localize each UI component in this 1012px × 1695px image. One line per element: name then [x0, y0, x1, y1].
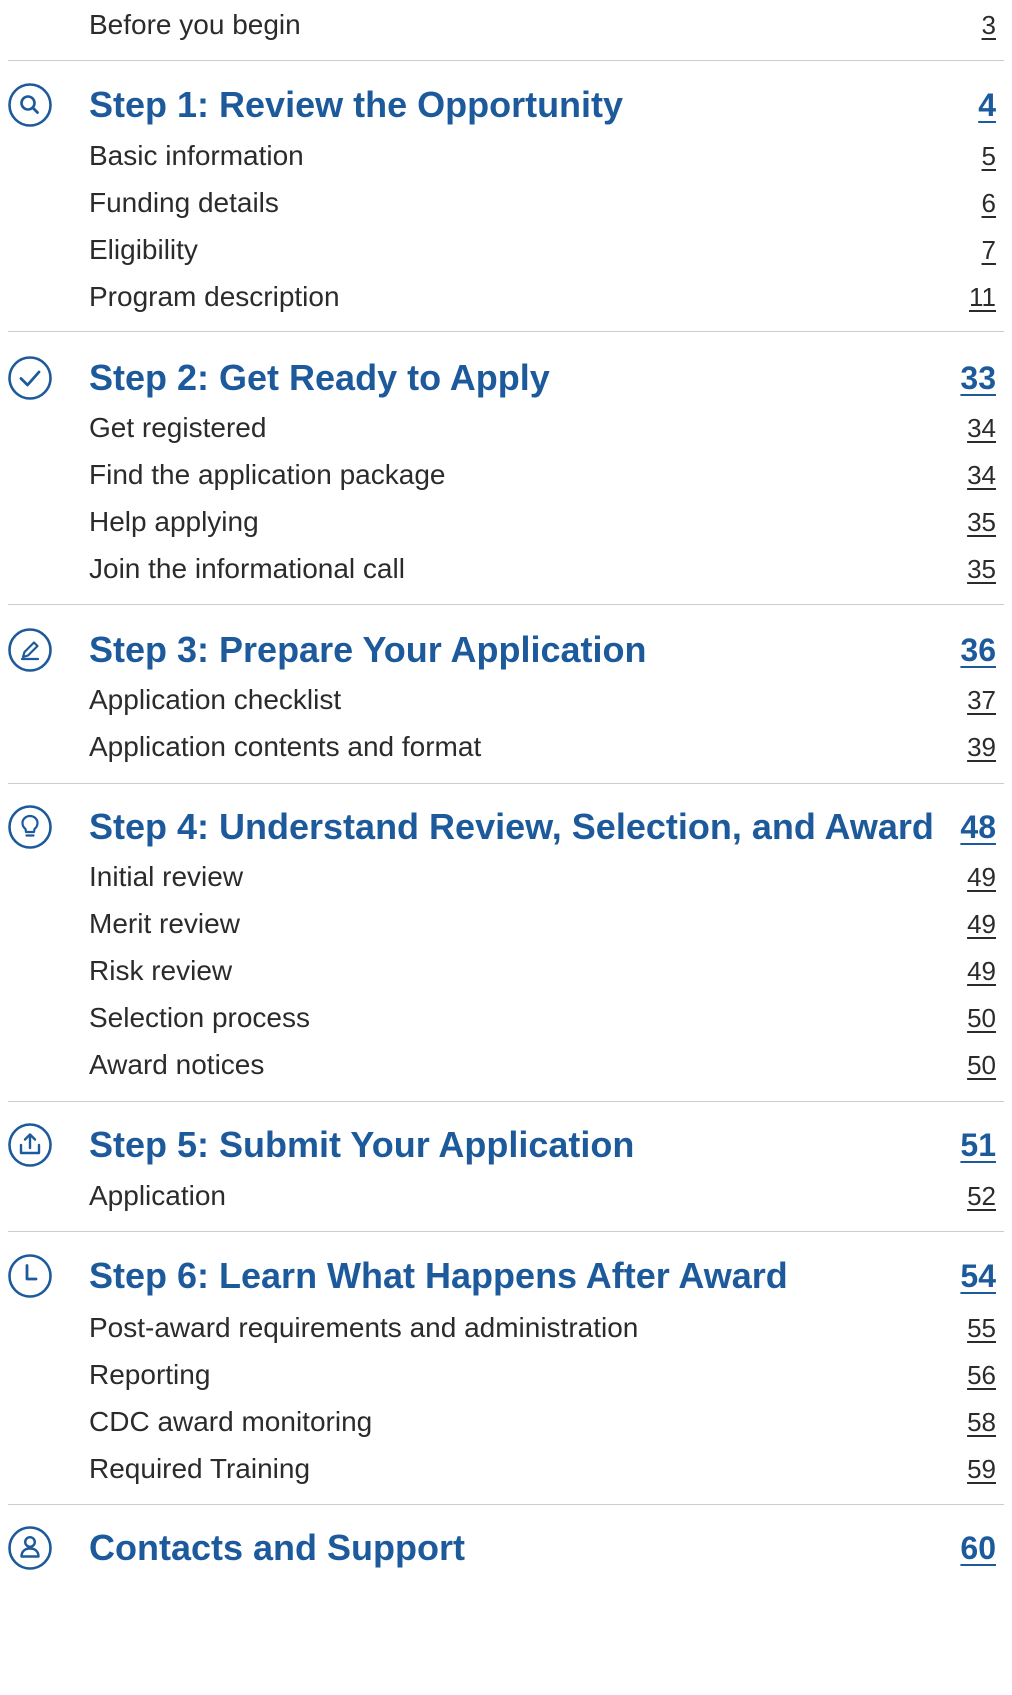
- section-divider: [8, 783, 1004, 784]
- upload-icon: [8, 1123, 52, 1167]
- toc-page-link[interactable]: 5: [982, 136, 996, 176]
- toc-page-link[interactable]: 35: [967, 502, 996, 542]
- toc-step-contacts[interactable]: Contacts and Support 60: [0, 1521, 1012, 1575]
- toc-entry-label[interactable]: Get registered: [89, 408, 266, 448]
- toc-entry[interactable]: Application checklist 37: [0, 680, 1012, 720]
- toc-entry-label[interactable]: Application checklist: [89, 680, 341, 720]
- toc-entry[interactable]: Reporting 56: [0, 1355, 1012, 1395]
- toc-page-link[interactable]: 37: [967, 680, 996, 720]
- toc-step-2[interactable]: Step 2: Get Ready to Apply 33: [0, 351, 1012, 405]
- toc-entry[interactable]: Application contents and format 39: [0, 727, 1012, 767]
- pencil-icon: [8, 628, 52, 672]
- toc-entry[interactable]: Initial review 49: [0, 857, 1012, 897]
- toc-step-1[interactable]: Step 1: Review the Opportunity 4: [0, 78, 1012, 132]
- toc-page-link[interactable]: 54: [960, 1249, 996, 1303]
- toc-entry[interactable]: Program description 11: [0, 277, 1012, 317]
- toc-entry[interactable]: Award notices 50: [0, 1045, 1012, 1085]
- toc-entry[interactable]: CDC award monitoring 58: [0, 1402, 1012, 1442]
- toc-entry[interactable]: Risk review 49: [0, 951, 1012, 991]
- section-divider: [8, 604, 1004, 605]
- toc-entry[interactable]: Find the application package 34: [0, 455, 1012, 495]
- toc-page-link[interactable]: 34: [967, 408, 996, 448]
- toc-entry-label[interactable]: Post-award requirements and administrati…: [89, 1308, 638, 1348]
- toc-page-link[interactable]: 50: [967, 998, 996, 1038]
- toc-entry[interactable]: Funding details 6: [0, 183, 1012, 223]
- toc-page-link[interactable]: 35: [967, 549, 996, 589]
- toc-entry[interactable]: Help applying 35: [0, 502, 1012, 542]
- lightbulb-icon: [8, 805, 52, 849]
- toc-entry-label[interactable]: Join the informational call: [89, 549, 405, 589]
- toc-entry-label[interactable]: Before you begin: [89, 5, 301, 45]
- toc-page-link[interactable]: 34: [967, 455, 996, 495]
- toc-entry[interactable]: Application 52: [0, 1176, 1012, 1216]
- toc-entry[interactable]: Eligibility 7: [0, 230, 1012, 270]
- toc-entry[interactable]: Post-award requirements and administrati…: [0, 1308, 1012, 1348]
- clock-icon: [8, 1254, 52, 1298]
- toc-page-link[interactable]: 48: [960, 800, 996, 854]
- toc-entry-label[interactable]: Merit review: [89, 904, 240, 944]
- toc-entry-label[interactable]: Funding details: [89, 183, 279, 223]
- section-divider: [8, 331, 1004, 332]
- toc-entry-label[interactable]: Reporting: [89, 1355, 210, 1395]
- toc-entry-before-you-begin[interactable]: Before you begin 3: [0, 5, 1012, 45]
- toc-page-link[interactable]: 6: [982, 183, 996, 223]
- toc-page-link[interactable]: 39: [967, 727, 996, 767]
- toc-entry-label[interactable]: Selection process: [89, 998, 310, 1038]
- toc-entry-label[interactable]: Award notices: [89, 1045, 264, 1085]
- section-divider: [8, 60, 1004, 61]
- toc-entry-label[interactable]: CDC award monitoring: [89, 1402, 372, 1442]
- toc-entry-label[interactable]: Find the application package: [89, 455, 445, 495]
- toc-entry[interactable]: Required Training 59: [0, 1449, 1012, 1489]
- toc-page-link[interactable]: 52: [967, 1176, 996, 1216]
- toc-step-6[interactable]: Step 6: Learn What Happens After Award 5…: [0, 1249, 1012, 1303]
- toc-page-link[interactable]: 3: [982, 5, 996, 45]
- section-divider: [8, 1504, 1004, 1505]
- step-title[interactable]: Step 5: Submit Your Application: [89, 1118, 634, 1172]
- step-title[interactable]: Step 2: Get Ready to Apply: [89, 351, 550, 405]
- toc-page-link[interactable]: 58: [967, 1402, 996, 1442]
- toc-entry-label[interactable]: Risk review: [89, 951, 232, 991]
- toc-step-3[interactable]: Step 3: Prepare Your Application 36: [0, 623, 1012, 677]
- section-divider: [8, 1231, 1004, 1232]
- step-title[interactable]: Step 4: Understand Review, Selection, an…: [89, 800, 934, 854]
- toc-page-link[interactable]: 60: [960, 1521, 996, 1575]
- toc-step-5[interactable]: Step 5: Submit Your Application 51: [0, 1118, 1012, 1172]
- toc-page-link[interactable]: 7: [982, 230, 996, 270]
- toc-entry-label[interactable]: Program description: [89, 277, 340, 317]
- toc-page-link[interactable]: 59: [967, 1449, 996, 1489]
- toc-entry-label[interactable]: Help applying: [89, 502, 259, 542]
- check-circle-icon: [8, 356, 52, 400]
- toc-page-link[interactable]: 56: [967, 1355, 996, 1395]
- toc-entry-label[interactable]: Basic information: [89, 136, 304, 176]
- toc-page-link[interactable]: 36: [960, 623, 996, 677]
- toc-page-link[interactable]: 4: [978, 78, 996, 132]
- toc-entry[interactable]: Join the informational call 35: [0, 549, 1012, 589]
- toc-page-link[interactable]: 49: [967, 857, 996, 897]
- toc-entry[interactable]: Get registered 34: [0, 408, 1012, 448]
- toc-page-link[interactable]: 55: [967, 1308, 996, 1348]
- toc-page-link[interactable]: 50: [967, 1045, 996, 1085]
- toc-entry-label[interactable]: Required Training: [89, 1449, 310, 1489]
- person-icon: [8, 1526, 52, 1570]
- section-divider: [8, 1101, 1004, 1102]
- toc-page-link[interactable]: 49: [967, 904, 996, 944]
- toc-page-link[interactable]: 49: [967, 951, 996, 991]
- toc-entry-label[interactable]: Application: [89, 1176, 226, 1216]
- step-title[interactable]: Step 3: Prepare Your Application: [89, 623, 646, 677]
- toc-entry[interactable]: Merit review 49: [0, 904, 1012, 944]
- toc-entry-label[interactable]: Initial review: [89, 857, 243, 897]
- step-title[interactable]: Step 1: Review the Opportunity: [89, 78, 623, 132]
- toc-page-link[interactable]: 51: [960, 1118, 996, 1172]
- toc-entry-label[interactable]: Application contents and format: [89, 727, 481, 767]
- search-icon: [8, 83, 52, 127]
- toc-step-4[interactable]: Step 4: Understand Review, Selection, an…: [0, 800, 1012, 854]
- toc-page-link[interactable]: 33: [960, 351, 996, 405]
- step-title[interactable]: Contacts and Support: [89, 1521, 465, 1575]
- toc-entry[interactable]: Selection process 50: [0, 998, 1012, 1038]
- toc-page-link[interactable]: 11: [969, 277, 996, 317]
- step-title[interactable]: Step 6: Learn What Happens After Award: [89, 1249, 788, 1303]
- toc-entry[interactable]: Basic information 5: [0, 136, 1012, 176]
- toc-entry-label[interactable]: Eligibility: [89, 230, 198, 270]
